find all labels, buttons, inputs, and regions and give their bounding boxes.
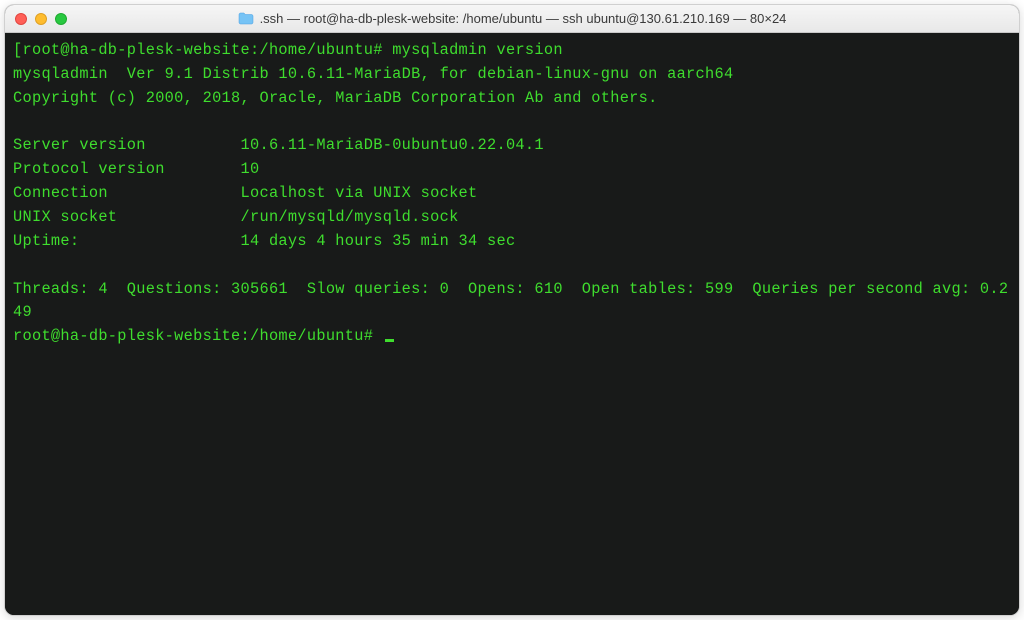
terminal-output: [root@ha-db-plesk-website:/home/ubuntu# … [13, 39, 1011, 349]
prompt-1: root@ha-db-plesk-website:/home/ubuntu# [22, 41, 382, 59]
kv-label: UNIX socket [13, 208, 117, 226]
cursor [385, 339, 394, 342]
kv-value: Localhost via UNIX socket [241, 184, 478, 202]
kv-label: Server version [13, 136, 146, 154]
output-line: Copyright (c) 2000, 2018, Oracle, MariaD… [13, 89, 658, 107]
close-button[interactable] [15, 13, 27, 25]
traffic-lights [15, 13, 67, 25]
terminal-window: .ssh — root@ha-db-plesk-website: /home/u… [4, 4, 1020, 616]
kv-label: Uptime: [13, 232, 79, 250]
kv-value: 10.6.11-MariaDB-0ubuntu0.22.04.1 [241, 136, 544, 154]
titlebar[interactable]: .ssh — root@ha-db-plesk-website: /home/u… [5, 5, 1019, 33]
output-line: mysqladmin Ver 9.1 Distrib 10.6.11-Maria… [13, 65, 733, 83]
kv-value: 14 days 4 hours 35 min 34 sec [241, 232, 516, 250]
folder-icon [238, 12, 254, 25]
titlebar-title-area: .ssh — root@ha-db-plesk-website: /home/u… [5, 11, 1019, 26]
maximize-button[interactable] [55, 13, 67, 25]
kv-label: Protocol version [13, 160, 165, 178]
prompt-2: root@ha-db-plesk-website:/home/ubuntu# [13, 327, 373, 345]
stats-line: Threads: 4 Questions: 305661 Slow querie… [13, 280, 1008, 322]
kv-value: /run/mysqld/mysqld.sock [241, 208, 459, 226]
minimize-button[interactable] [35, 13, 47, 25]
command-1: mysqladmin version [392, 41, 563, 59]
kv-value: 10 [241, 160, 260, 178]
window-title: .ssh — root@ha-db-plesk-website: /home/u… [260, 11, 787, 26]
kv-label: Connection [13, 184, 108, 202]
terminal-content[interactable]: [root@ha-db-plesk-website:/home/ubuntu# … [5, 33, 1019, 615]
